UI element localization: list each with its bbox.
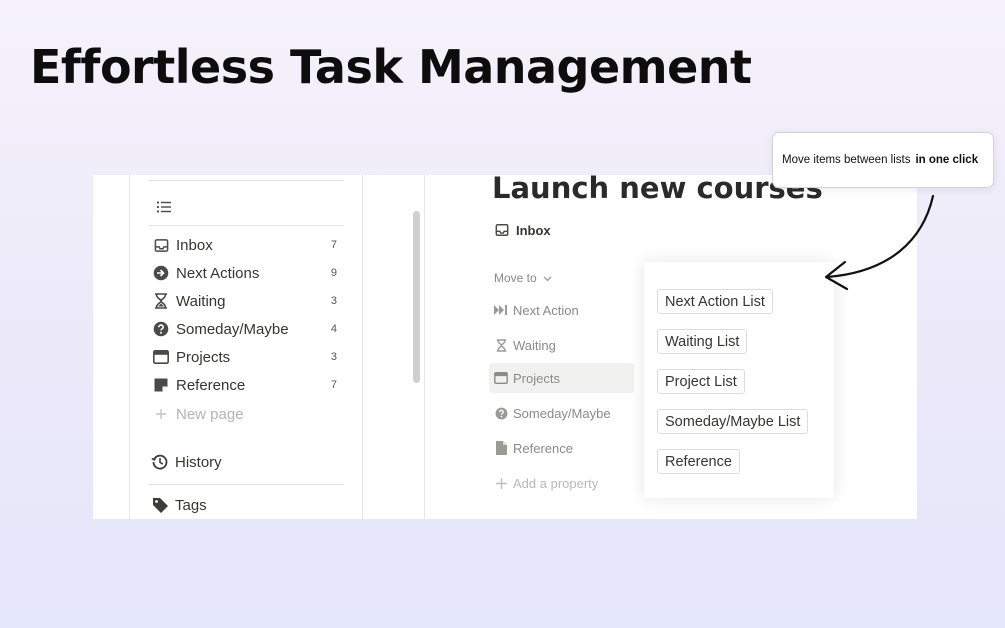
fast-forward-icon xyxy=(494,303,508,317)
history-label: History xyxy=(175,453,222,471)
add-property-button[interactable]: Add a property xyxy=(489,468,634,498)
browser-window-icon xyxy=(494,371,508,385)
headline: Effortless Task Management xyxy=(30,40,752,94)
property-label: Projects xyxy=(513,370,560,386)
history-clock-icon xyxy=(151,453,169,471)
chevron-down-icon xyxy=(543,274,552,283)
question-circle-icon xyxy=(494,406,508,420)
property-label: Waiting xyxy=(513,337,556,353)
add-property-label: Add a property xyxy=(513,475,599,491)
sidebar-item-label: Reference xyxy=(176,376,246,394)
move-to-dropdown[interactable]: Move to xyxy=(494,271,552,285)
sidebar-item-history[interactable]: History xyxy=(151,449,222,475)
arrow-circle-right-icon xyxy=(153,265,169,281)
sidebar-item-label: Next Actions xyxy=(176,264,260,282)
note-page-icon xyxy=(153,377,169,393)
sidebar-item-waiting[interactable]: Waiting 3 xyxy=(153,288,343,314)
sidebar-divider xyxy=(148,180,344,181)
plus-icon xyxy=(153,406,169,422)
sidebar-item-next-actions[interactable]: Next Actions 9 xyxy=(153,260,343,286)
sidebar-item-count: 4 xyxy=(330,323,337,335)
option-someday-maybe-list[interactable]: Someday/Maybe List xyxy=(657,409,809,434)
property-projects[interactable]: Projects xyxy=(489,363,634,393)
sidebar: Inbox 7 Next Actions 9 Waiting 3 Someday… xyxy=(93,175,363,519)
sidebar-item-someday-maybe[interactable]: Someday/Maybe 4 xyxy=(153,316,343,342)
move-to-label: Move to xyxy=(494,271,537,285)
sidebar-item-inbox[interactable]: Inbox 7 xyxy=(153,232,343,258)
tags-label: Tags xyxy=(175,496,207,514)
sidebar-divider xyxy=(148,484,344,485)
list-icon[interactable] xyxy=(156,199,172,215)
inbox-tray-icon xyxy=(495,223,510,238)
hourglass-icon xyxy=(153,293,169,309)
scrollbar-thumb[interactable] xyxy=(413,211,420,383)
option-next-action-list[interactable]: Next Action List xyxy=(657,289,773,314)
status-inbox: Inbox xyxy=(495,223,551,238)
question-circle-icon xyxy=(153,321,169,337)
new-page-button[interactable]: New page xyxy=(153,401,343,427)
option-waiting-list[interactable]: Waiting List xyxy=(657,329,748,354)
browser-window-icon xyxy=(153,349,169,365)
sidebar-item-label: Waiting xyxy=(176,292,226,310)
option-reference[interactable]: Reference xyxy=(657,449,740,474)
sidebar-item-reference[interactable]: Reference 7 xyxy=(153,372,343,398)
sidebar-item-count: 3 xyxy=(330,295,337,307)
property-waiting[interactable]: Waiting xyxy=(489,330,634,360)
sidebar-item-count: 7 xyxy=(330,379,337,391)
callout-text: Move items between lists xyxy=(782,154,911,166)
callout-tooltip: Move items between lists in one click xyxy=(772,132,994,188)
sidebar-item-label: Projects xyxy=(176,348,231,366)
sidebar-item-tags[interactable]: Tags xyxy=(151,492,207,518)
sidebar-rail xyxy=(129,175,130,519)
property-next-action[interactable]: Next Action xyxy=(489,295,634,325)
sidebar-item-label: Inbox xyxy=(176,236,213,254)
sidebar-item-count: 9 xyxy=(330,267,337,279)
curved-arrow-icon xyxy=(824,194,935,291)
callout-emphasis: in one click xyxy=(915,154,979,166)
app-screenshot: Inbox 7 Next Actions 9 Waiting 3 Someday… xyxy=(93,175,917,519)
property-label: Next Action xyxy=(513,302,579,318)
option-project-list[interactable]: Project List xyxy=(657,369,745,394)
sidebar-item-projects[interactable]: Projects 3 xyxy=(153,344,343,370)
status-label: Inbox xyxy=(516,223,551,238)
document-icon xyxy=(494,441,508,455)
property-reference[interactable]: Reference xyxy=(489,433,634,463)
inbox-tray-icon xyxy=(153,237,169,253)
sidebar-divider xyxy=(148,225,344,226)
hourglass-icon xyxy=(494,338,508,352)
property-someday-maybe[interactable]: Someday/Maybe xyxy=(489,398,634,428)
sidebar-item-count: 3 xyxy=(330,351,337,363)
sidebar-item-label: Someday/Maybe xyxy=(176,320,289,338)
new-page-label: New page xyxy=(176,405,244,423)
sidebar-item-count: 7 xyxy=(330,239,337,251)
move-to-popover: Next Action List Waiting List Project Li… xyxy=(644,262,834,498)
property-label: Someday/Maybe xyxy=(513,405,611,421)
plus-icon xyxy=(494,476,508,490)
property-label: Reference xyxy=(513,440,573,456)
tag-icon xyxy=(151,496,169,514)
